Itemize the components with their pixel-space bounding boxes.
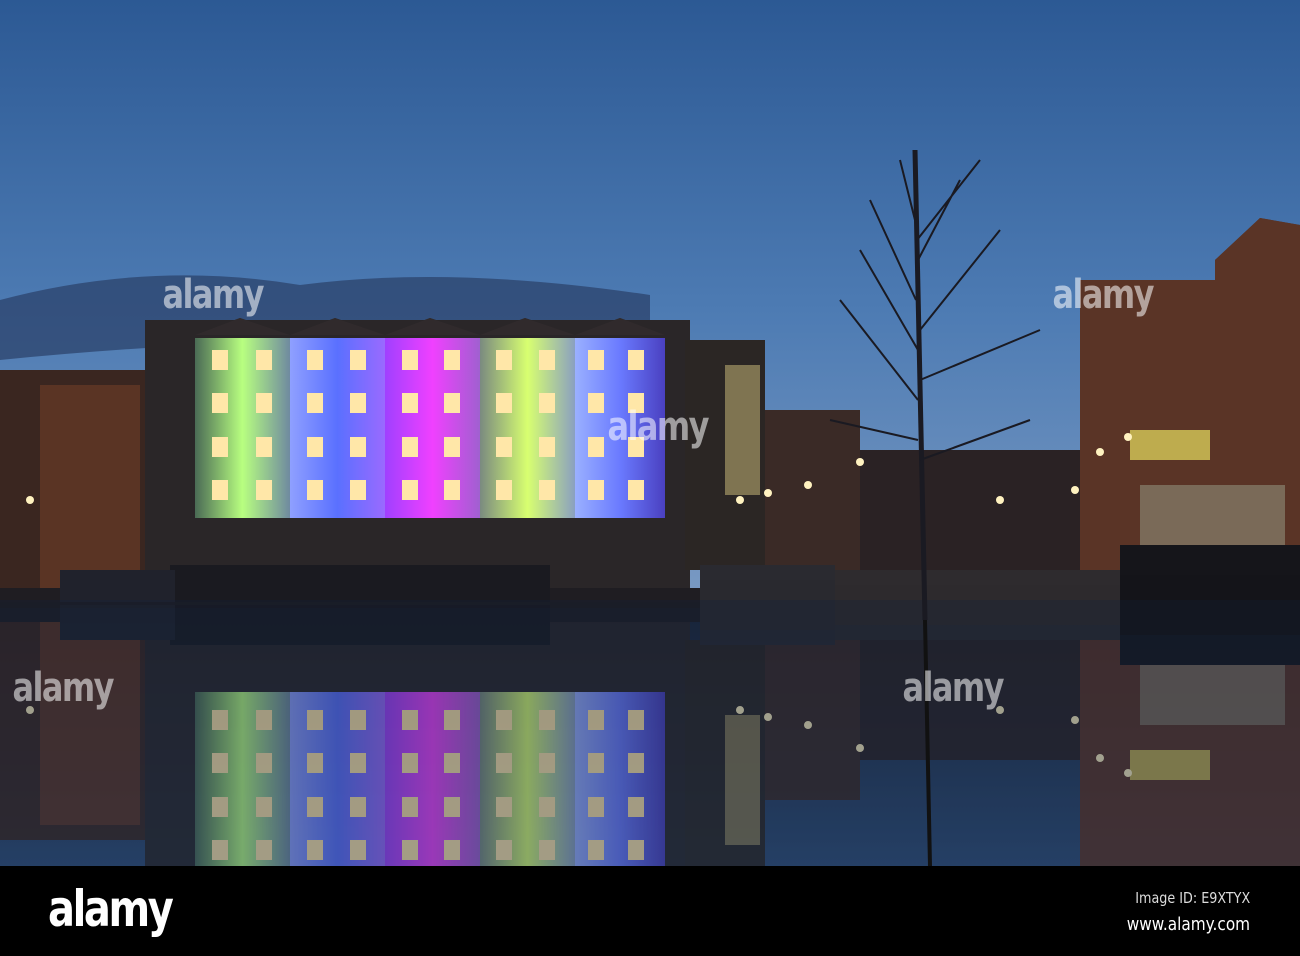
image-id: Image ID: E9XTYX: [1135, 889, 1250, 907]
website-link[interactable]: www.alamy.com: [1127, 914, 1250, 935]
watermark: alamy: [1052, 272, 1155, 318]
photo-frame: alamy alamy alamy alamy alamy alamy Imag…: [0, 0, 1300, 956]
alamy-logo: alamy: [48, 880, 174, 938]
footer-bar: alamy Image ID: E9XTYX www.alamy.com: [0, 866, 1300, 956]
watermark: alamy: [902, 665, 1005, 711]
watermark: alamy: [162, 272, 265, 318]
watermark: alamy: [12, 665, 115, 711]
watermark: alamy: [607, 404, 710, 450]
